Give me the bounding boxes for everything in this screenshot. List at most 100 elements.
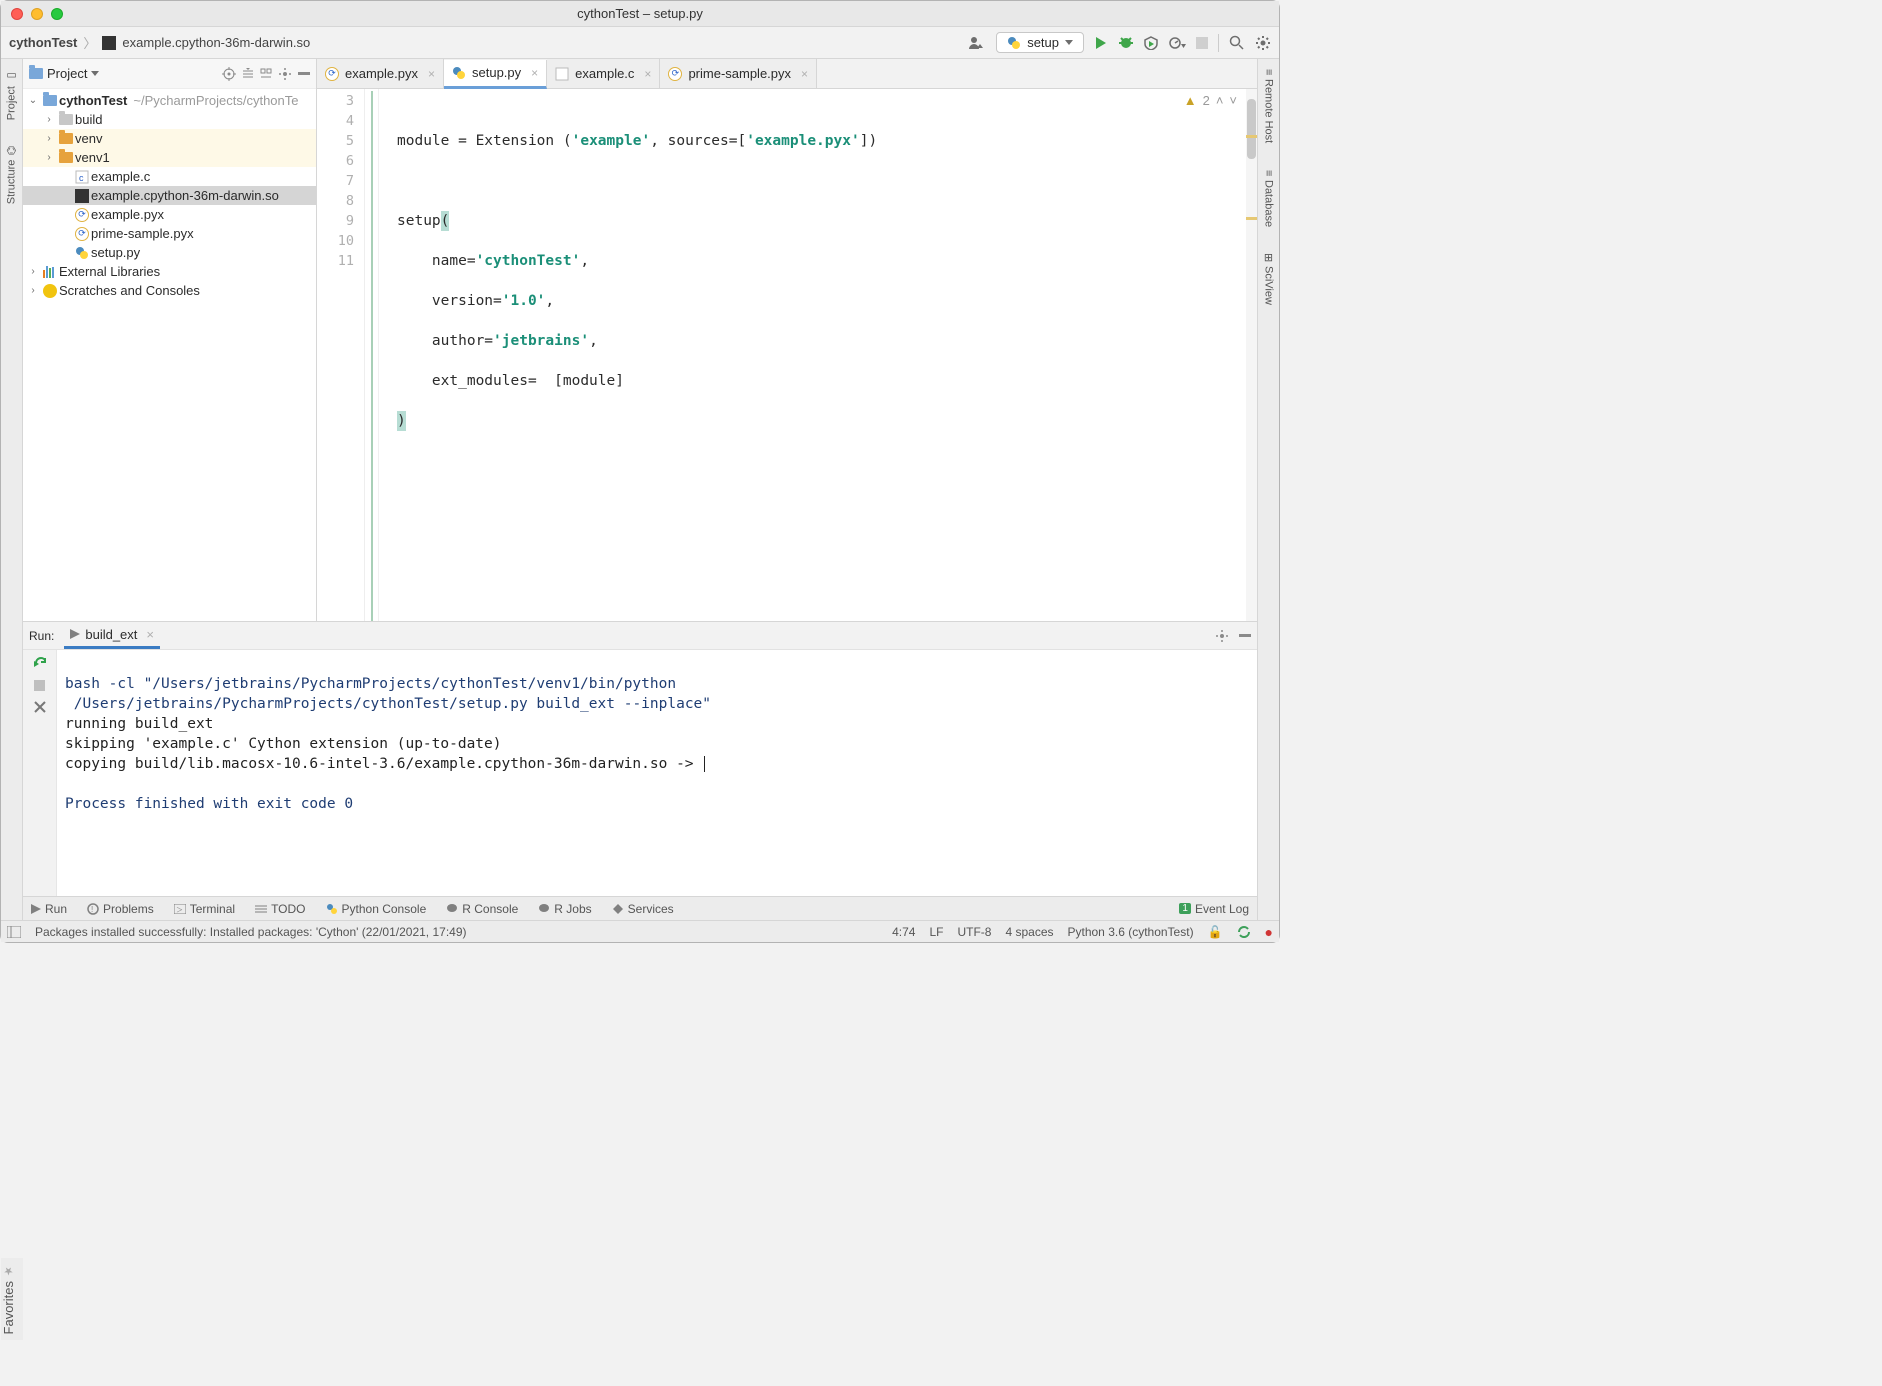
- svg-text:c: c: [79, 173, 84, 183]
- locate-icon[interactable]: [222, 67, 236, 81]
- breadcrumb-project[interactable]: cythonTest: [9, 35, 77, 50]
- close-icon[interactable]: ×: [146, 627, 154, 642]
- tab-example-pyx[interactable]: ⟳example.pyx×: [317, 59, 444, 88]
- expand-icon[interactable]: ›: [25, 285, 41, 296]
- console-output[interactable]: bash -cl "/Users/jetbrains/PycharmProjec…: [57, 650, 1257, 896]
- close-tab-icon[interactable]: ×: [644, 67, 651, 81]
- code-area[interactable]: 34567891011 module = Extension ('example…: [317, 89, 1257, 621]
- sciview-tool-button[interactable]: ⊞SciView: [1262, 249, 1275, 309]
- tree-row-venv[interactable]: ›venv: [23, 129, 316, 148]
- chevron-down-icon: [91, 71, 99, 77]
- tab-setup-py[interactable]: setup.py×: [444, 60, 547, 89]
- close-tab-icon[interactable]: ×: [801, 67, 808, 81]
- stop-button[interactable]: [1196, 37, 1208, 49]
- tab-example-c[interactable]: example.c×: [547, 59, 660, 88]
- collapse-all-icon[interactable]: [260, 68, 272, 80]
- inspection-widget[interactable]: ▲ 2 ˄ ˅: [1184, 93, 1237, 108]
- warning-icon: ▲: [1184, 93, 1197, 108]
- terminal-tool-button[interactable]: ＞Terminal: [174, 902, 235, 916]
- expand-icon[interactable]: ›: [41, 133, 57, 144]
- stop-button[interactable]: [34, 680, 45, 691]
- expand-icon[interactable]: ›: [25, 266, 41, 277]
- hide-panel-icon[interactable]: [1239, 634, 1251, 638]
- settings-icon[interactable]: [1215, 629, 1229, 643]
- readonly-lock-icon[interactable]: 🔓: [1208, 925, 1223, 939]
- editor-scrollbar[interactable]: [1246, 89, 1257, 621]
- code-content[interactable]: module = Extension ('example', sources=[…: [379, 89, 1257, 621]
- tree-row-prime-pyx[interactable]: ⟳prime-sample.pyx: [23, 224, 316, 243]
- play-icon: [31, 904, 41, 914]
- run-tab[interactable]: build_ext ×: [64, 622, 160, 649]
- database-tool-button[interactable]: ≡Database: [1263, 166, 1275, 232]
- fatal-error-icon[interactable]: ●: [1265, 924, 1273, 940]
- options-icon[interactable]: [278, 67, 292, 81]
- tree-row-setup-py[interactable]: setup.py: [23, 243, 316, 262]
- tree-row-venv1[interactable]: ›venv1: [23, 148, 316, 167]
- maximize-window-button[interactable]: [51, 8, 63, 20]
- services-tool-button[interactable]: Services: [612, 902, 674, 916]
- run-play-icon: [70, 629, 80, 639]
- breadcrumb-file[interactable]: example.cpython-36m-darwin.so: [122, 35, 310, 50]
- quick-access-icon[interactable]: [7, 926, 21, 938]
- tab-prime-sample[interactable]: ⟳prime-sample.pyx×: [660, 59, 817, 88]
- todo-tool-button[interactable]: TODO: [255, 902, 305, 916]
- close-window-button[interactable]: [11, 8, 23, 20]
- bottom-tool-strip: Run !Problems ＞Terminal TODO Python Cons…: [23, 896, 1257, 920]
- r-console-tool-button[interactable]: R Console: [446, 902, 518, 916]
- expand-icon[interactable]: ›: [41, 152, 57, 163]
- close-tab-icon[interactable]: ×: [531, 66, 538, 80]
- coverage-button[interactable]: [1144, 36, 1158, 50]
- remote-host-tool-button[interactable]: ≡Remote Host: [1263, 65, 1275, 148]
- profiler-button[interactable]: [1168, 36, 1186, 50]
- search-icon[interactable]: [1229, 35, 1245, 51]
- project-view-selector[interactable]: Project: [29, 66, 216, 81]
- close-run-button[interactable]: [34, 701, 46, 713]
- tree-row-scratches[interactable]: ›Scratches and Consoles: [23, 281, 316, 300]
- run-tool-button[interactable]: Run: [31, 902, 67, 916]
- hide-panel-icon[interactable]: [298, 72, 310, 76]
- tree-row-build[interactable]: ›build: [23, 110, 316, 129]
- breadcrumb[interactable]: cythonTest 〉 example.cpython-36m-darwin.…: [9, 33, 310, 52]
- line-separator[interactable]: LF: [929, 925, 943, 939]
- caret-position[interactable]: 4:74: [892, 925, 915, 939]
- rerun-button[interactable]: [33, 656, 47, 670]
- tree-row-example-pyx[interactable]: ⟳example.pyx: [23, 205, 316, 224]
- gutter[interactable]: 34567891011: [317, 89, 365, 621]
- next-highlight-icon[interactable]: ˅: [1229, 93, 1237, 108]
- services-icon: [612, 903, 624, 915]
- expand-icon[interactable]: ⌄: [25, 95, 41, 106]
- run-button[interactable]: [1094, 36, 1108, 50]
- sync-icon[interactable]: [1237, 925, 1251, 939]
- tree-row-external-libs[interactable]: ›External Libraries: [23, 262, 316, 281]
- sciview-icon: ⊞: [1262, 253, 1275, 262]
- file-encoding[interactable]: UTF-8: [957, 925, 991, 939]
- status-message[interactable]: Packages installed successfully: Install…: [35, 925, 467, 939]
- fold-stripe[interactable]: [365, 89, 379, 621]
- list-icon: [255, 904, 267, 914]
- indent-setting[interactable]: 4 spaces: [1005, 925, 1053, 939]
- python-interpreter[interactable]: Python 3.6 (cythonTest): [1068, 925, 1194, 939]
- tree-row-example-c[interactable]: cexample.c: [23, 167, 316, 186]
- c-file-icon: c: [75, 170, 89, 184]
- project-tool-button[interactable]: Project▭: [5, 65, 18, 124]
- prev-highlight-icon[interactable]: ˄: [1216, 93, 1224, 108]
- close-tab-icon[interactable]: ×: [428, 67, 435, 81]
- r-jobs-tool-button[interactable]: R Jobs: [538, 902, 591, 916]
- project-tree[interactable]: ⌄ cythonTest ~/PycharmProjects/cythonTe …: [23, 89, 316, 621]
- tree-row-so-file[interactable]: example.cpython-36m-darwin.so: [23, 186, 316, 205]
- user-dropdown-icon[interactable]: [968, 35, 986, 51]
- tree-row-root[interactable]: ⌄ cythonTest ~/PycharmProjects/cythonTe: [23, 91, 316, 110]
- scratch-icon: [43, 284, 57, 298]
- event-log-tool-button[interactable]: 1Event Log: [1179, 902, 1249, 916]
- expand-all-icon[interactable]: [242, 68, 254, 80]
- favorites-tool-button[interactable]: Favorites★: [1, 1258, 16, 1340]
- debug-button[interactable]: [1118, 36, 1134, 50]
- run-configuration-selector[interactable]: setup: [996, 32, 1084, 53]
- structure-tool-button[interactable]: Structure⌬: [5, 142, 18, 208]
- venv-folder-icon: [59, 133, 73, 144]
- python-console-tool-button[interactable]: Python Console: [326, 902, 427, 916]
- problems-tool-button[interactable]: !Problems: [87, 902, 154, 916]
- minimize-window-button[interactable]: [31, 8, 43, 20]
- expand-icon[interactable]: ›: [41, 114, 57, 125]
- settings-icon[interactable]: [1255, 35, 1271, 51]
